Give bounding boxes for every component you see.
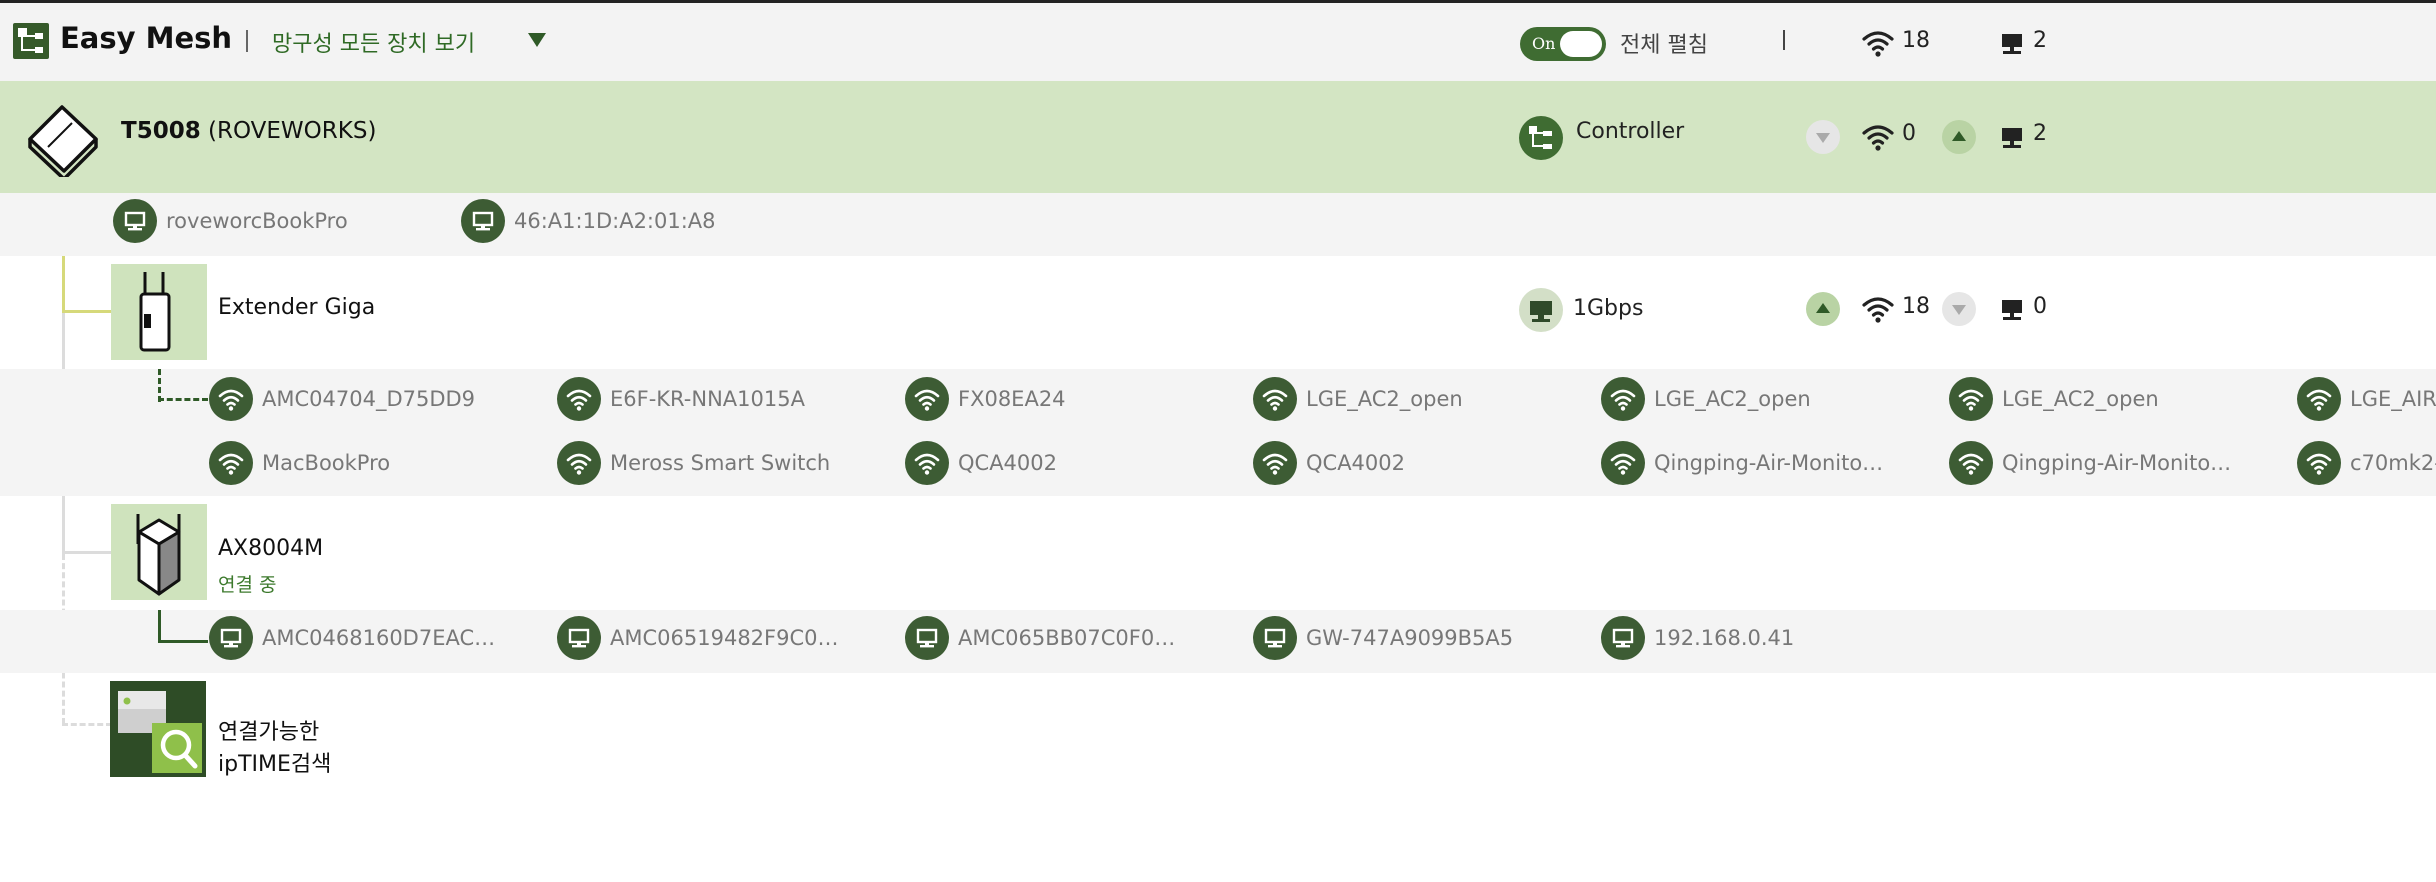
controller-role-icon bbox=[1519, 116, 1563, 160]
client-name: c70mk2- bbox=[2350, 451, 2436, 475]
toggle-knob bbox=[1560, 31, 1602, 57]
client-name: LGE_AIR bbox=[2350, 387, 2436, 411]
extender-node[interactable] bbox=[111, 264, 207, 360]
controller-row[interactable]: T5008 (ROVEWORKS) Controller 0 2 bbox=[0, 81, 2436, 193]
wifi-collapse-button[interactable] bbox=[1806, 120, 1840, 154]
client-name: QCA4002 bbox=[958, 451, 1058, 475]
wifi-icon bbox=[1253, 441, 1297, 485]
ethernet-link-icon bbox=[1519, 288, 1563, 332]
tree-line bbox=[158, 610, 161, 643]
monitor-icon bbox=[461, 199, 505, 243]
extender-wifi-count: 18 bbox=[1902, 294, 1930, 319]
controller-wifi-count: 0 bbox=[1902, 121, 1916, 146]
controller-name: T5008 (ROVEWORKS) bbox=[121, 118, 376, 144]
search-iptime-button[interactable] bbox=[110, 681, 206, 777]
monitor-icon bbox=[113, 199, 157, 243]
client-name: E6F-KR-NNA1015A bbox=[610, 387, 805, 411]
router-icon bbox=[28, 105, 98, 177]
wifi-expand-button[interactable] bbox=[1806, 292, 1840, 326]
client-name: AMC04704_D75DD9 bbox=[262, 387, 476, 411]
wifi-icon bbox=[1862, 297, 1894, 323]
monitor-icon bbox=[2002, 300, 2022, 320]
monitor-icon bbox=[2002, 34, 2022, 54]
controller-vendor: (ROVEWORKS) bbox=[208, 118, 377, 144]
client-name: Meross Smart Switch bbox=[610, 451, 831, 475]
client-name: Qingping-Air-Monito… bbox=[1654, 451, 1884, 475]
total-wifi-count: 18 bbox=[1902, 28, 1930, 53]
client-name: AMC065BB07C0F0… bbox=[958, 626, 1176, 650]
expand-all-label: 전체 펼침 bbox=[1620, 33, 1708, 58]
monitor-icon bbox=[1253, 616, 1297, 660]
ax-node[interactable] bbox=[111, 504, 207, 600]
client-name: LGE_AC2_open bbox=[2002, 387, 2159, 411]
controller-role-label: Controller bbox=[1576, 119, 1685, 144]
client-name: AMC0468160D7EAC… bbox=[262, 626, 496, 650]
wifi-icon bbox=[1949, 441, 1993, 485]
client-name: QCA4002 bbox=[1306, 451, 1406, 475]
tree-line bbox=[62, 310, 112, 313]
mesh-router-icon bbox=[136, 514, 181, 596]
client-name: MacBookPro bbox=[262, 451, 391, 475]
header-bar: Easy Mesh 망구성 모든 장치 보기 On 전체 펼침 18 2 bbox=[0, 3, 2436, 81]
wifi-icon bbox=[2297, 441, 2341, 485]
wifi-icon bbox=[1253, 377, 1297, 421]
extender-icon bbox=[139, 272, 171, 352]
extender-lan-count: 0 bbox=[2033, 294, 2047, 319]
client-name: 46:A1:1D:A2:01:A8 bbox=[514, 209, 716, 233]
wifi-icon bbox=[1862, 31, 1894, 57]
client-name: roveworcBookPro bbox=[166, 209, 348, 233]
tree-line bbox=[62, 551, 112, 554]
client-name: AMC06519482F9C0… bbox=[610, 626, 839, 650]
ax-node-status: 연결 중 bbox=[218, 574, 277, 596]
chevron-down-icon[interactable] bbox=[528, 33, 546, 47]
header-divider-2 bbox=[1783, 30, 1785, 50]
wifi-icon bbox=[2297, 377, 2341, 421]
lan-expand-button[interactable] bbox=[1942, 120, 1976, 154]
wifi-icon bbox=[557, 441, 601, 485]
wifi-icon bbox=[1601, 377, 1645, 421]
app-title: Easy Mesh bbox=[60, 21, 233, 55]
client-name: 192.168.0.41 bbox=[1654, 626, 1795, 650]
monitor-icon bbox=[2002, 128, 2022, 148]
monitor-icon bbox=[209, 616, 253, 660]
tree-line bbox=[62, 723, 112, 726]
client-name: GW-747A9099B5A5 bbox=[1306, 626, 1514, 650]
controller-lan-count: 2 bbox=[2033, 121, 2047, 146]
monitor-icon bbox=[557, 616, 601, 660]
lan-collapse-button[interactable] bbox=[1942, 292, 1976, 326]
header-divider bbox=[246, 30, 248, 52]
client-name: LGE_AC2_open bbox=[1306, 387, 1463, 411]
total-lan-count: 2 bbox=[2033, 28, 2047, 53]
search-icon bbox=[118, 691, 202, 773]
toggle-on-label: On bbox=[1532, 34, 1556, 53]
monitor-icon bbox=[1601, 616, 1645, 660]
tree-line bbox=[158, 398, 208, 401]
client-name: Qingping-Air-Monito… bbox=[2002, 451, 2232, 475]
tree-line bbox=[158, 640, 208, 643]
wifi-icon bbox=[1949, 377, 1993, 421]
monitor-icon bbox=[905, 616, 949, 660]
search-label-2: ipTIME검색 bbox=[218, 752, 332, 777]
wifi-icon bbox=[557, 377, 601, 421]
wifi-icon bbox=[209, 377, 253, 421]
ax-node-name: AX8004M bbox=[218, 536, 324, 561]
wifi-icon bbox=[209, 441, 253, 485]
wifi-icon bbox=[905, 377, 949, 421]
client-name: FX08EA24 bbox=[958, 387, 1066, 411]
extender-name: Extender Giga bbox=[218, 295, 376, 320]
search-label-1: 연결가능한 bbox=[218, 720, 320, 745]
client-name: LGE_AC2_open bbox=[1654, 387, 1811, 411]
view-select[interactable]: 망구성 모든 장치 보기 bbox=[272, 26, 475, 58]
wifi-icon bbox=[905, 441, 949, 485]
extender-link-speed: 1Gbps bbox=[1573, 296, 1644, 321]
controller-model: T5008 bbox=[121, 118, 201, 144]
expand-all-toggle[interactable]: On bbox=[1520, 27, 1606, 61]
mesh-logo-icon bbox=[13, 23, 49, 59]
wifi-icon bbox=[1862, 125, 1894, 151]
wifi-icon bbox=[1601, 441, 1645, 485]
